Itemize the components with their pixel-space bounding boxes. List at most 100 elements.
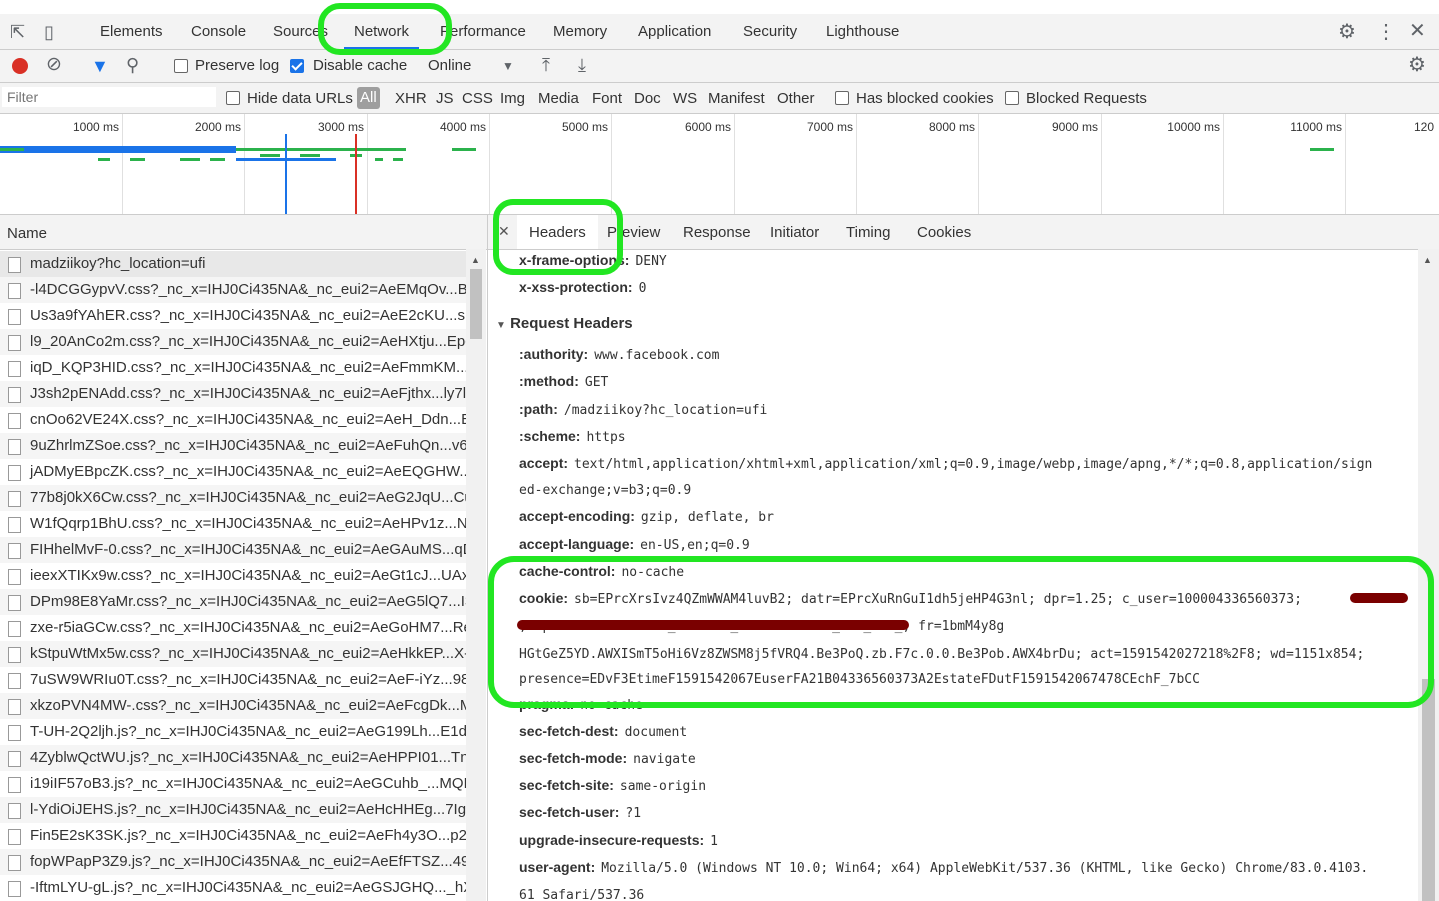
filter-type-font[interactable]: Font bbox=[592, 91, 622, 107]
settings-gear-icon[interactable]: ⚙ bbox=[1338, 22, 1356, 42]
request-row[interactable]: J3sh2pENAdd.css?_nc_x=IHJ0Ci435NA&_nc_eu… bbox=[0, 381, 466, 407]
filter-type-all[interactable]: All bbox=[357, 87, 380, 109]
file-icon bbox=[8, 257, 21, 273]
tab-security[interactable]: Security bbox=[733, 14, 807, 49]
filter-type-doc[interactable]: Doc bbox=[634, 91, 661, 107]
filter-type-media[interactable]: Media bbox=[538, 91, 579, 107]
preserve-log-checkbox[interactable] bbox=[174, 59, 188, 73]
file-icon bbox=[8, 387, 21, 403]
filter-bar: Hide data URLs All XHR JS CSS Img Media … bbox=[0, 83, 1439, 114]
request-header-line: 61 Safari/537.36 bbox=[519, 888, 645, 901]
request-list-scrollbar[interactable]: ▲ bbox=[466, 249, 486, 901]
file-icon bbox=[8, 829, 21, 845]
request-header-line: accept-language: en-US,en;q=0.9 bbox=[519, 536, 750, 553]
tab-initiator[interactable]: Initiator bbox=[758, 215, 831, 249]
tab-console[interactable]: Console bbox=[181, 14, 256, 49]
file-icon bbox=[8, 595, 21, 611]
record-button[interactable] bbox=[12, 58, 28, 74]
tab-lighthouse[interactable]: Lighthouse bbox=[816, 14, 909, 49]
request-row[interactable]: Us3a9fYAhER.css?_nc_x=IHJ0Ci435NA&_nc_eu… bbox=[0, 303, 466, 329]
request-row[interactable]: 4ZyblwQctWU.js?_nc_x=IHJ0Ci435NA&_nc_eui… bbox=[0, 745, 466, 771]
timeline-overview[interactable]: 1000 ms 2000 ms 3000 ms 4000 ms 5000 ms … bbox=[0, 114, 1439, 215]
request-row[interactable]: cnOo62VE24X.css?_nc_x=IHJ0Ci435NA&_nc_eu… bbox=[0, 407, 466, 433]
request-row[interactable]: FIHhelMvF-0.css?_nc_x=IHJ0Ci435NA&_nc_eu… bbox=[0, 537, 466, 563]
request-row[interactable]: -IftmLYU-gL.js?_nc_x=IHJ0Ci435NA&_nc_eui… bbox=[0, 875, 466, 901]
filter-type-other[interactable]: Other bbox=[777, 91, 815, 107]
more-options-icon[interactable]: ⋮ bbox=[1376, 22, 1396, 42]
request-name: ieexXTIKx9w.css?_nc_x=IHJ0Ci435NA&_nc_eu… bbox=[30, 567, 466, 584]
request-row[interactable]: Fin5E2sK3SK.js?_nc_x=IHJ0Ci435NA&_nc_eui… bbox=[0, 823, 466, 849]
export-har-icon[interactable]: ⤓ bbox=[578, 55, 586, 75]
blocked-requests-checkbox[interactable] bbox=[1005, 91, 1019, 105]
has-blocked-cookies-checkbox[interactable] bbox=[835, 91, 849, 105]
request-row[interactable]: xkzoPVN4MW-.css?_nc_x=IHJ0Ci435NA&_nc_eu… bbox=[0, 693, 466, 719]
search-icon[interactable]: ⚲ bbox=[126, 55, 139, 75]
file-icon bbox=[8, 569, 21, 585]
request-row[interactable]: ieexXTIKx9w.css?_nc_x=IHJ0Ci435NA&_nc_eu… bbox=[0, 563, 466, 589]
filter-type-css[interactable]: CSS bbox=[462, 91, 493, 107]
request-name: -IftmLYU-gL.js?_nc_x=IHJ0Ci435NA&_nc_eui… bbox=[30, 879, 466, 896]
filter-type-js[interactable]: JS bbox=[436, 91, 454, 107]
request-row[interactable]: fopWPapP3Z9.js?_nc_x=IHJ0Ci435NA&_nc_eui… bbox=[0, 849, 466, 875]
request-row[interactable]: iqD_KQP3HID.css?_nc_x=IHJ0Ci435NA&_nc_eu… bbox=[0, 355, 466, 381]
inspect-element-icon[interactable]: ⇱ bbox=[10, 22, 25, 42]
scrollbar-thumb[interactable] bbox=[1422, 679, 1435, 901]
filter-type-img[interactable]: Img bbox=[500, 91, 525, 107]
request-row[interactable]: T-UH-2Q2ljh.js?_nc_x=IHJ0Ci435NA&_nc_eui… bbox=[0, 719, 466, 745]
hide-data-urls-label: Hide data URLs bbox=[247, 90, 353, 107]
network-tab-highlight bbox=[318, 3, 452, 55]
filter-icon[interactable]: ▼ bbox=[91, 56, 109, 76]
request-header-line: sec-fetch-user: ?1 bbox=[519, 804, 642, 821]
request-headers-section[interactable]: ▼ Request Headers bbox=[496, 315, 633, 332]
request-row[interactable]: zxe-r5iaGCw.css?_nc_x=IHJ0Ci435NA&_nc_eu… bbox=[0, 615, 466, 641]
tab-response[interactable]: Response bbox=[671, 215, 763, 249]
close-devtools-icon[interactable]: ✕ bbox=[1409, 21, 1426, 41]
disable-cache-checkbox[interactable] bbox=[290, 59, 304, 73]
request-name: l9_20AnCo2m.css?_nc_x=IHJ0Ci435NA&_nc_eu… bbox=[30, 333, 466, 350]
file-icon bbox=[8, 413, 21, 429]
tab-application[interactable]: Application bbox=[628, 14, 721, 49]
request-row[interactable]: jADMyEBpcZK.css?_nc_x=IHJ0Ci435NA&_nc_eu… bbox=[0, 459, 466, 485]
device-toolbar-icon[interactable]: ▯ bbox=[44, 22, 54, 42]
tab-timing[interactable]: Timing bbox=[834, 215, 902, 249]
preserve-log-label: Preserve log bbox=[195, 57, 280, 74]
request-row[interactable]: DPm98E8YaMr.css?_nc_x=IHJ0Ci435NA&_nc_eu… bbox=[0, 589, 466, 615]
filter-type-ws[interactable]: WS bbox=[673, 91, 697, 107]
request-row[interactable]: l-YdiOiJEHS.js?_nc_x=IHJ0Ci435NA&_nc_eui… bbox=[0, 797, 466, 823]
filter-input[interactable] bbox=[2, 87, 216, 107]
throttling-select[interactable]: Online bbox=[428, 57, 471, 75]
import-har-icon[interactable]: ⤒ bbox=[542, 55, 550, 75]
request-row[interactable]: madziikoy?hc_location=ufi bbox=[0, 251, 466, 277]
filter-type-xhr[interactable]: XHR bbox=[395, 91, 427, 107]
tab-elements[interactable]: Elements bbox=[90, 14, 173, 49]
request-row[interactable]: kStpuWtMx5w.css?_nc_x=IHJ0Ci435NA&_nc_eu… bbox=[0, 641, 466, 667]
request-row[interactable]: l9_20AnCo2m.css?_nc_x=IHJ0Ci435NA&_nc_eu… bbox=[0, 329, 466, 355]
request-row[interactable]: 7uSW9WRIu0T.css?_nc_x=IHJ0Ci435NA&_nc_eu… bbox=[0, 667, 466, 693]
timeline-bar bbox=[0, 146, 236, 153]
request-name: DPm98E8YaMr.css?_nc_x=IHJ0Ci435NA&_nc_eu… bbox=[30, 593, 466, 610]
name-column-header[interactable]: Name bbox=[0, 215, 487, 250]
chevron-down-icon[interactable]: ▼ bbox=[502, 56, 514, 76]
network-toolbar: ⊘ ▼ ⚲ Preserve log Disable cache Online … bbox=[0, 50, 1439, 83]
clear-icon[interactable]: ⊘ bbox=[46, 55, 62, 75]
filter-type-manifest[interactable]: Manifest bbox=[708, 91, 765, 107]
hide-data-urls-checkbox[interactable] bbox=[226, 91, 240, 105]
request-row[interactable]: 77b8j0kX6Cw.css?_nc_x=IHJ0Ci435NA&_nc_eu… bbox=[0, 485, 466, 511]
request-header-line: :authority: www.facebook.com bbox=[519, 346, 720, 363]
request-row[interactable]: -l4DCGGypvV.css?_nc_x=IHJ0Ci435NA&_nc_eu… bbox=[0, 277, 466, 303]
request-row[interactable]: i19iIF57oB3.js?_nc_x=IHJ0Ci435NA&_nc_eui… bbox=[0, 771, 466, 797]
request-header-line: sec-fetch-mode: navigate bbox=[519, 750, 696, 767]
network-settings-gear-icon[interactable]: ⚙ bbox=[1408, 55, 1426, 75]
disable-cache-label: Disable cache bbox=[313, 57, 408, 74]
tab-memory[interactable]: Memory bbox=[543, 14, 617, 49]
file-icon bbox=[8, 309, 21, 325]
headers-tab-highlight bbox=[493, 199, 623, 275]
request-name: jADMyEBpcZK.css?_nc_x=IHJ0Ci435NA&_nc_eu… bbox=[30, 463, 466, 480]
load-event-marker bbox=[355, 134, 357, 214]
scrollbar-thumb[interactable] bbox=[470, 269, 482, 339]
tab-cookies[interactable]: Cookies bbox=[905, 215, 983, 249]
file-icon bbox=[8, 361, 21, 377]
request-row[interactable]: 9uZhrlmZSoe.css?_nc_x=IHJ0Ci435NA&_nc_eu… bbox=[0, 433, 466, 459]
request-row[interactable]: W1fQqrp1BhU.css?_nc_x=IHJ0Ci435NA&_nc_eu… bbox=[0, 511, 466, 537]
file-icon bbox=[8, 881, 21, 897]
